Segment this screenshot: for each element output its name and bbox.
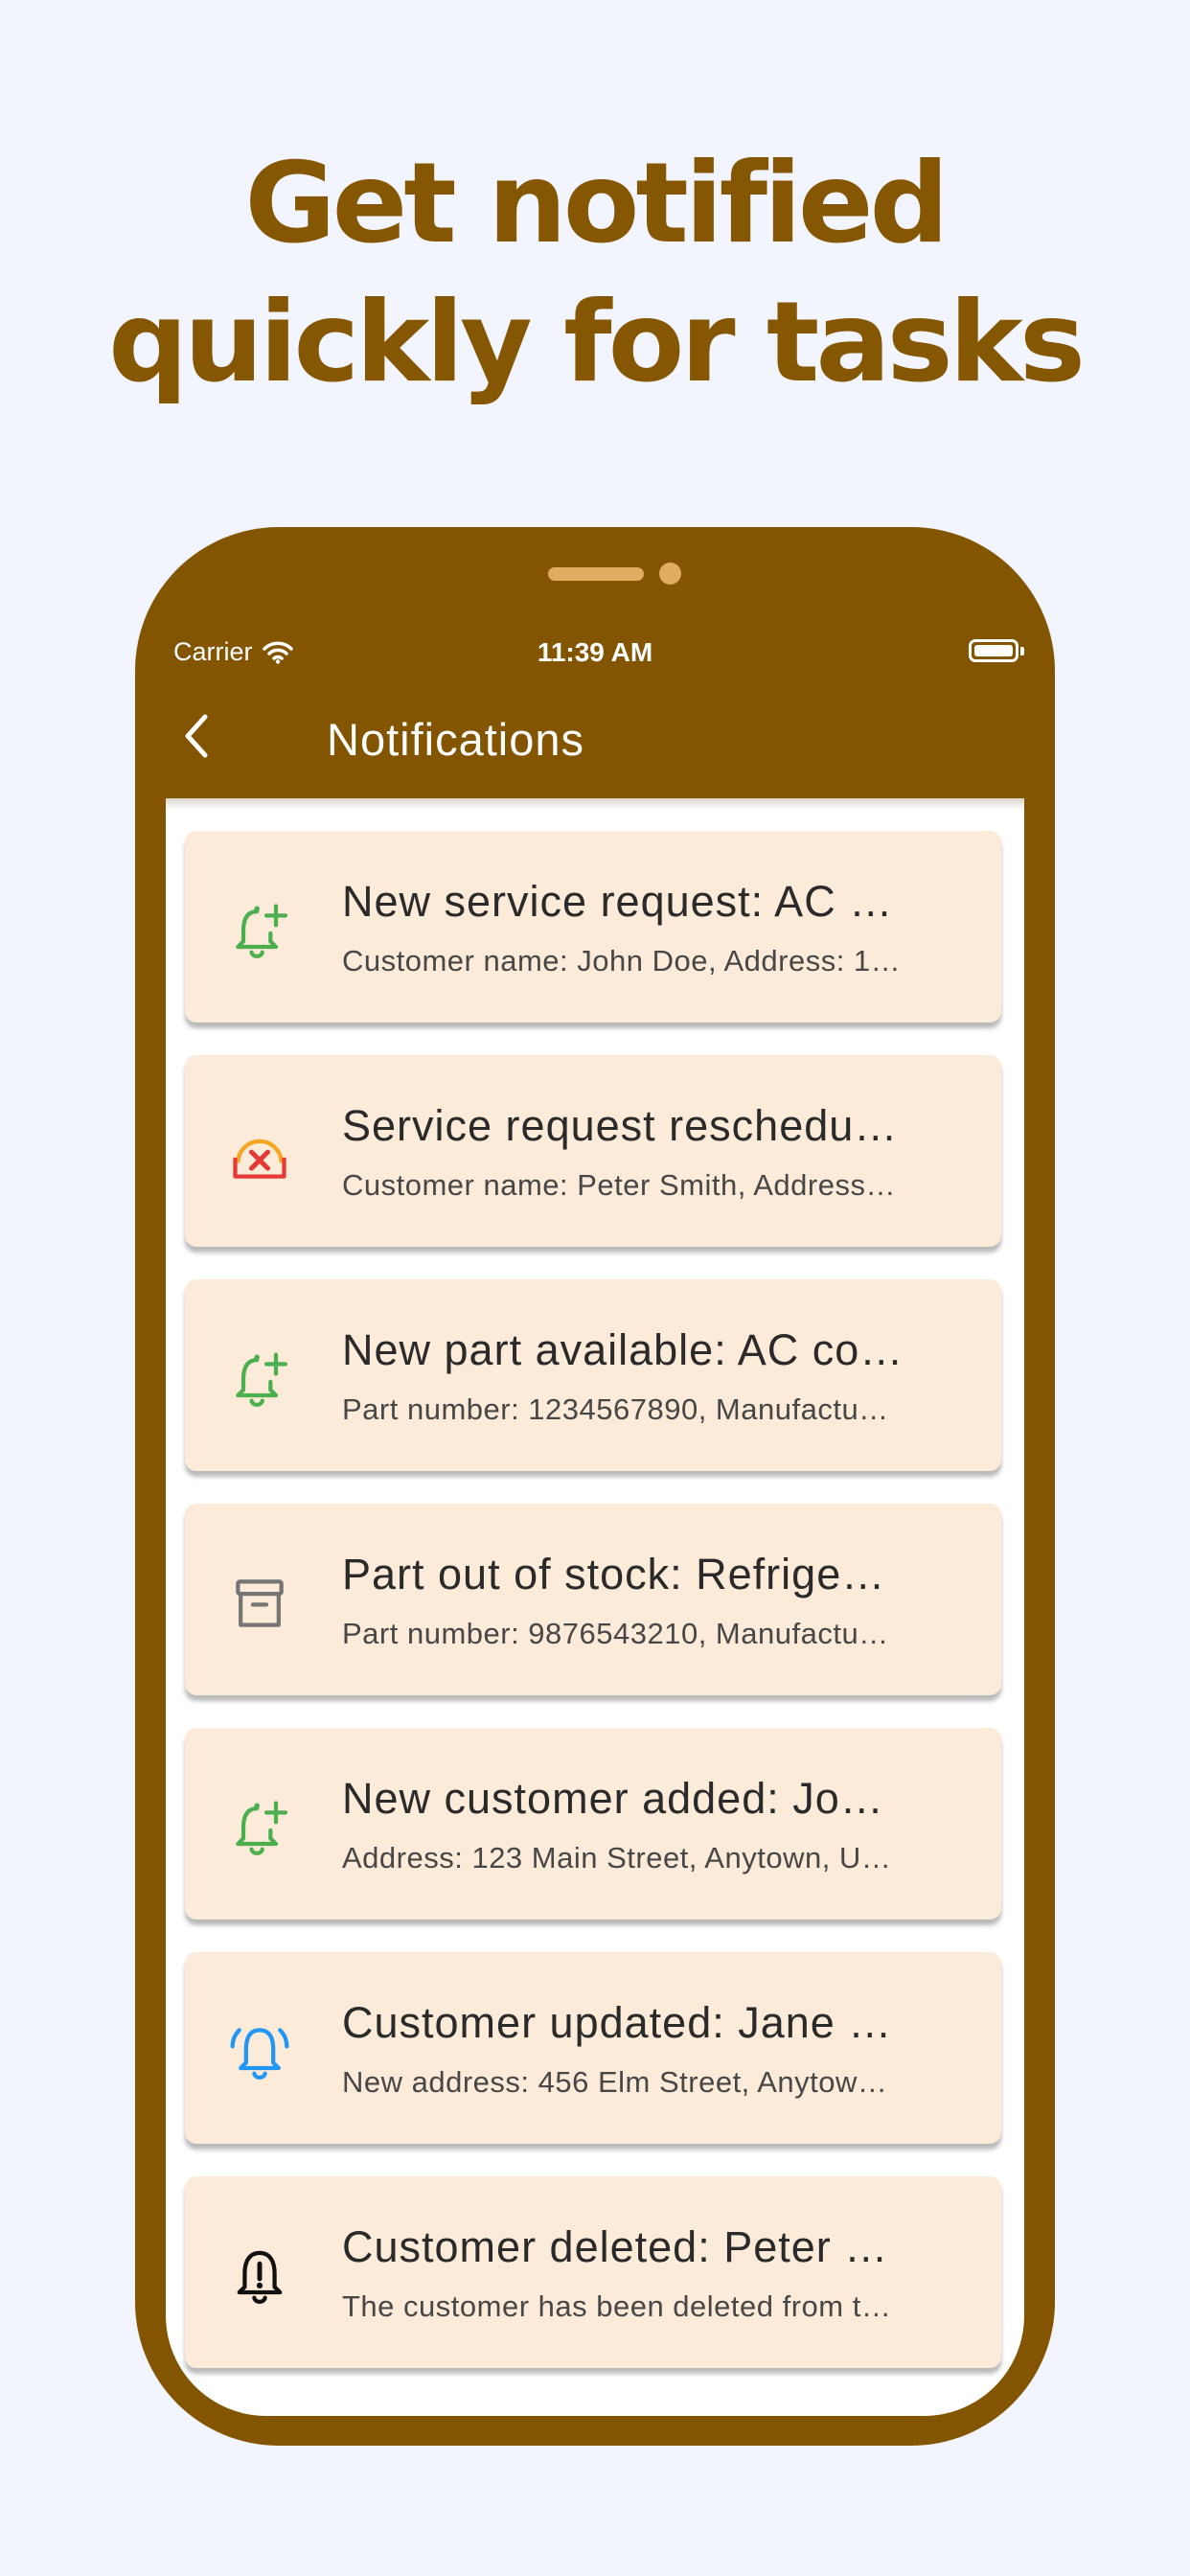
headline-line-1: Get notified bbox=[244, 139, 949, 268]
phone-camera bbox=[659, 563, 681, 585]
notification-subtitle: Customer name: John Doe, Address: 1… bbox=[342, 944, 902, 978]
bell-plus-icon bbox=[236, 904, 288, 959]
bell-ringing-icon bbox=[230, 2028, 289, 2081]
notification-title: New service request: AC … bbox=[342, 877, 894, 926]
app-bar: Notifications bbox=[135, 680, 1055, 792]
alarm-cancel-icon bbox=[233, 1138, 286, 1179]
notification-card[interactable]: Customer deleted: Peter … The customer h… bbox=[185, 2176, 1001, 2368]
notification-card[interactable]: New customer added: Jo… Address: 123 Mai… bbox=[185, 1728, 1001, 1920]
notification-title: Service request reschedu… bbox=[342, 1101, 899, 1150]
notification-title: Customer updated: Jane … bbox=[342, 1998, 893, 2047]
battery-icon bbox=[969, 639, 1018, 662]
notification-title: New part available: AC co… bbox=[342, 1325, 904, 1374]
phone-speaker bbox=[548, 567, 644, 581]
notification-subtitle: Customer name: Peter Smith, Address… bbox=[342, 1168, 896, 1202]
notification-subtitle: The customer has been deleted from t… bbox=[342, 2289, 892, 2323]
notification-card[interactable]: New part available: AC co… Part number: … bbox=[185, 1279, 1001, 1471]
notification-title: New customer added: Jo… bbox=[342, 1774, 884, 1823]
bell-plus-icon bbox=[236, 1801, 288, 1856]
page-title: Notifications bbox=[327, 714, 584, 765]
bell-alert-icon bbox=[237, 2250, 283, 2305]
headline: Get notified quickly for tasks bbox=[0, 134, 1190, 412]
notification-subtitle: Part number: 1234567890, Manufactu… bbox=[342, 1392, 889, 1426]
phone-frame: Carrier 11:39 AM Notifications New servi… bbox=[135, 527, 1055, 2446]
notification-subtitle: Part number: 9876543210, Manufactu… bbox=[342, 1617, 889, 1650]
archive-box-icon bbox=[236, 1579, 284, 1627]
notification-list: New service request: AC … Customer name:… bbox=[166, 798, 1024, 2416]
back-button[interactable] bbox=[173, 713, 219, 759]
chevron-left-icon bbox=[185, 714, 208, 758]
notification-title: Customer deleted: Peter … bbox=[342, 2222, 889, 2271]
notification-title: Part out of stock: Refrige… bbox=[342, 1550, 886, 1598]
headline-line-2: quickly for tasks bbox=[108, 278, 1086, 407]
notification-subtitle: New address: 456 Elm Street, Anytow… bbox=[342, 2065, 888, 2099]
notification-subtitle: Address: 123 Main Street, Anytown, U… bbox=[342, 1841, 892, 1874]
battery-tip bbox=[1020, 647, 1024, 656]
notification-card[interactable]: Service request reschedu… Customer name:… bbox=[185, 1055, 1001, 1247]
notification-card[interactable]: New service request: AC … Customer name:… bbox=[185, 831, 1001, 1023]
notification-card[interactable]: Customer updated: Jane … New address: 45… bbox=[185, 1952, 1001, 2144]
status-bar: Carrier 11:39 AM bbox=[135, 628, 1055, 676]
notification-card[interactable]: Part out of stock: Refrige… Part number:… bbox=[185, 1504, 1001, 1695]
bell-plus-icon bbox=[236, 1352, 288, 1408]
status-time: 11:39 AM bbox=[537, 637, 653, 667]
